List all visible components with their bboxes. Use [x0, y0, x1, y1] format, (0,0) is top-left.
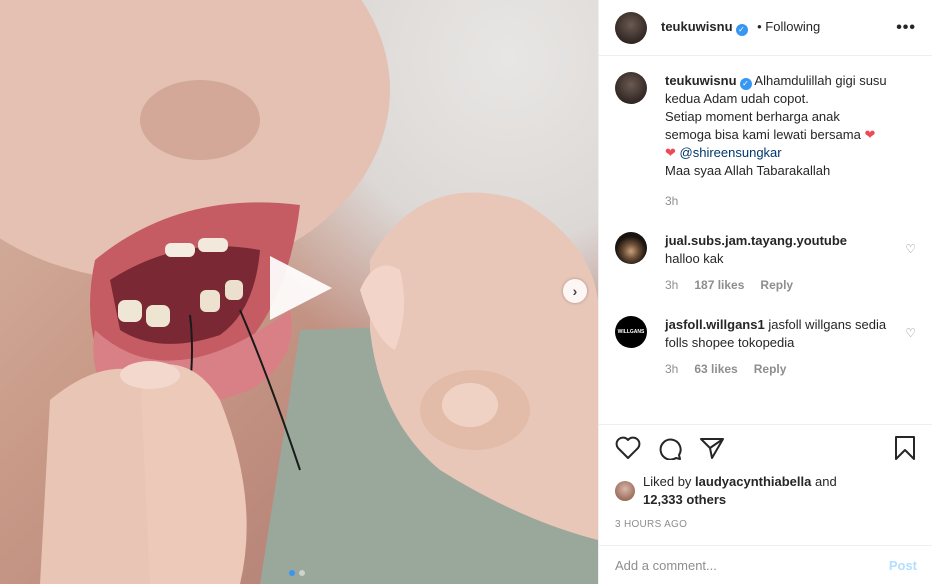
- carousel-dots: [289, 570, 305, 576]
- comment-text: halloo kak: [665, 251, 724, 266]
- caption-line: kedua Adam udah copot.: [665, 91, 809, 106]
- post-sidebar: teukuwisnu ✓ • Following ••• teukuwisnu ✓ …: [598, 0, 932, 584]
- mention-link[interactable]: @shireensungkar: [680, 145, 782, 160]
- carousel-dot: [299, 570, 305, 576]
- add-comment-bar: Add a comment... Post: [599, 545, 932, 584]
- caption-time[interactable]: 3h: [665, 194, 678, 208]
- post-dialog: › teukuwisnu ✓ • Following ••• teukuwisnu…: [0, 0, 932, 584]
- comment-time[interactable]: 3h: [665, 278, 678, 292]
- liked-by-label: Liked by: [643, 474, 692, 489]
- reply-button[interactable]: Reply: [760, 278, 793, 292]
- heart-emoji: ❤: [864, 127, 876, 142]
- post-button[interactable]: Post: [889, 558, 917, 573]
- next-media-button[interactable]: ›: [563, 279, 587, 303]
- comment-item: WILLGANS jasfoll.willgans1 jasfoll willg…: [615, 316, 916, 376]
- caption-line: Maa syaa Allah Tabarakallah: [665, 163, 831, 178]
- more-options-icon[interactable]: •••: [896, 19, 916, 37]
- commenter-avatar[interactable]: [615, 232, 647, 264]
- comment-time[interactable]: 3h: [665, 362, 678, 376]
- post-actions: Liked by laudyacynthiabella and 12,333 o…: [599, 424, 932, 530]
- author-avatar[interactable]: [615, 11, 647, 44]
- commenter-username[interactable]: jasfoll.willgans1: [665, 317, 765, 332]
- play-icon[interactable]: [270, 256, 332, 320]
- comments-section: teukuwisnu ✓ Alhamdulillah gigi susu kedu…: [599, 56, 932, 419]
- caption-line: semoga bisa kami lewati bersama: [665, 127, 861, 142]
- verified-icon: ✓: [739, 78, 752, 90]
- commenter-avatar[interactable]: WILLGANS: [615, 316, 647, 348]
- likes-count[interactable]: 12,333 others: [643, 492, 726, 507]
- comment-likes[interactable]: 187 likes: [694, 278, 744, 292]
- comment-input[interactable]: Add a comment...: [615, 558, 717, 573]
- liker-avatar[interactable]: [615, 481, 635, 501]
- like-comment-icon[interactable]: ♡: [905, 232, 916, 292]
- save-icon[interactable]: [893, 435, 917, 461]
- like-comment-icon[interactable]: ♡: [905, 316, 916, 376]
- following-status[interactable]: • Following: [757, 19, 820, 34]
- caption: teukuwisnu ✓ Alhamdulillah gigi susu kedu…: [615, 72, 916, 208]
- caption-avatar[interactable]: [615, 72, 647, 104]
- and-label: and: [815, 474, 837, 489]
- post-timestamp[interactable]: 3 HOURS AGO: [615, 519, 917, 530]
- chevron-right-icon: ›: [572, 283, 578, 299]
- liker-username[interactable]: laudyacynthiabella: [695, 474, 811, 489]
- caption-line: Alhamdulillah gigi susu: [754, 73, 887, 88]
- caption-line: Setiap moment berharga anak: [665, 109, 840, 124]
- comment-icon[interactable]: [657, 436, 683, 460]
- share-icon[interactable]: [699, 436, 725, 460]
- verified-icon: ✓: [735, 24, 748, 36]
- comment-item: jual.subs.jam.tayang.youtube halloo kak …: [615, 232, 916, 292]
- comment-likes[interactable]: 63 likes: [694, 362, 737, 376]
- commenter-username[interactable]: jual.subs.jam.tayang.youtube: [665, 233, 847, 248]
- post-header: teukuwisnu ✓ • Following •••: [599, 0, 932, 56]
- heart-emoji: ❤: [665, 145, 676, 160]
- author-info: teukuwisnu ✓ • Following: [661, 19, 820, 36]
- caption-username[interactable]: teukuwisnu: [665, 73, 737, 88]
- author-username[interactable]: teukuwisnu: [661, 19, 733, 34]
- likes-summary: Liked by laudyacynthiabella and 12,333 o…: [615, 473, 917, 509]
- carousel-dot-active: [289, 570, 295, 576]
- post-media[interactable]: ›: [0, 0, 598, 584]
- like-icon[interactable]: [615, 436, 641, 460]
- reply-button[interactable]: Reply: [754, 362, 787, 376]
